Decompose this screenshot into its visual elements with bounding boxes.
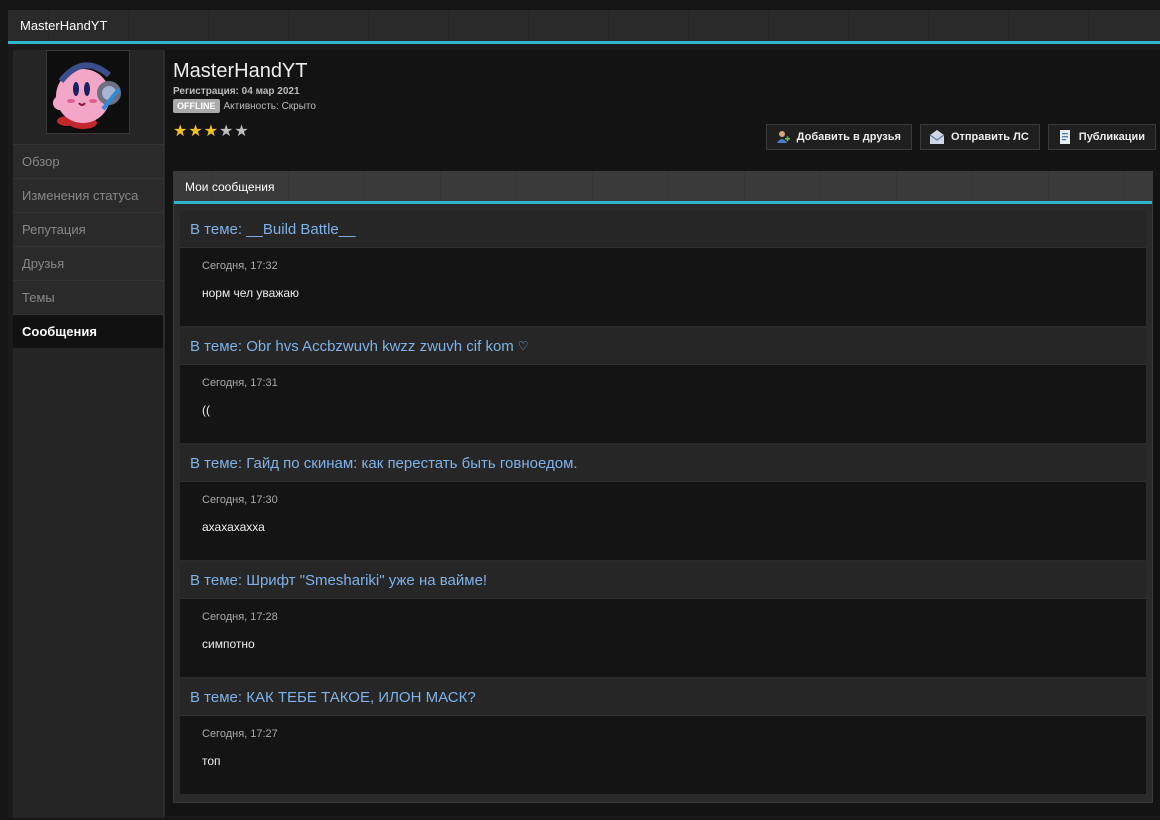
status-badge: OFFLINE bbox=[173, 99, 220, 113]
post-date: Сегодня, 17:28 bbox=[202, 611, 278, 623]
publications-button[interactable]: Публикации bbox=[1047, 124, 1156, 150]
post-text: топ bbox=[202, 754, 221, 768]
nav-item-label: Темы bbox=[22, 290, 55, 305]
status-line: OFFLINE Активность: Скрыто bbox=[173, 99, 316, 113]
post-topic-link[interactable]: В теме: Obr hvs Accbzwuvh kwzz zwuvh cif… bbox=[180, 328, 1146, 365]
post-item: В теме: Гайд по скинам: как перестать бы… bbox=[179, 444, 1147, 561]
post-topic-text: В теме: Obr hvs Accbzwuvh kwzz zwuvh cif… bbox=[190, 337, 514, 355]
nav-item-messages[interactable]: Сообщения bbox=[13, 314, 163, 348]
document-icon bbox=[1059, 130, 1070, 144]
post-date: Сегодня, 17:32 bbox=[202, 260, 278, 272]
post-topic-text: В теме: __Build Battle__ bbox=[190, 220, 356, 238]
activity-text: Активность: Скрыто bbox=[223, 100, 316, 112]
nav-item-label: Репутация bbox=[22, 222, 86, 237]
post-topic-text: В теме: Гайд по скинам: как перестать бы… bbox=[190, 454, 578, 472]
profile-main: MasterHandYT Регистрация: 04 мар 2021 OF… bbox=[164, 50, 1160, 816]
envelope-icon bbox=[929, 130, 945, 144]
rating-stars: ★ ★ ★ ★ ★ bbox=[173, 124, 249, 140]
post-topic-link[interactable]: В теме: Шрифт "Smeshariki" уже на вайме! bbox=[180, 562, 1146, 599]
window-titlebar: MasterHandYT bbox=[8, 10, 1160, 44]
star-empty-icon: ★ bbox=[219, 123, 234, 140]
nav-item-friends[interactable]: Друзья bbox=[13, 246, 163, 280]
post-text: ахахахахха bbox=[202, 520, 265, 534]
post-topic-link[interactable]: В теме: Гайд по скинам: как перестать бы… bbox=[180, 445, 1146, 482]
post-text: симпотно bbox=[202, 637, 255, 651]
post-topic-text: В теме: Шрифт "Smeshariki" уже на вайме! bbox=[190, 571, 488, 589]
post-item: В теме: __Build Battle__ Сегодня, 17:32 … bbox=[179, 210, 1147, 327]
post-topic-link[interactable]: В теме: __Build Battle__ bbox=[180, 211, 1146, 248]
registration-line: Регистрация: 04 мар 2021 bbox=[173, 86, 300, 97]
nav-item-topics[interactable]: Темы bbox=[13, 280, 163, 314]
registration-label: Регистрация: bbox=[173, 86, 239, 97]
profile-sidebar: Обзор Изменения статуса Репутация Друзья… bbox=[13, 50, 164, 818]
registration-date: 04 мар 2021 bbox=[241, 86, 300, 97]
add-user-icon bbox=[776, 131, 790, 143]
post-item: В теме: Obr hvs Accbzwuvh kwzz zwuvh cif… bbox=[179, 327, 1147, 444]
my-posts-panel: Мои сообщения В теме: __Build Battle__ С… bbox=[173, 171, 1153, 803]
nav-item-label: Сообщения bbox=[22, 324, 97, 339]
post-date: Сегодня, 17:27 bbox=[202, 728, 278, 740]
post-item: В теме: КАК ТЕБЕ ТАКОЕ, ИЛОН МАСК? Сегод… bbox=[179, 678, 1147, 795]
window-title: MasterHandYT bbox=[20, 18, 108, 33]
add-friend-button[interactable]: Добавить в друзья bbox=[765, 124, 912, 150]
nav-item-status-changes[interactable]: Изменения статуса bbox=[13, 178, 163, 212]
add-friend-label: Добавить в друзья bbox=[796, 131, 901, 143]
publications-label: Публикации bbox=[1078, 131, 1145, 143]
post-date: Сегодня, 17:31 bbox=[202, 377, 278, 389]
nav-item-label: Друзья bbox=[22, 256, 65, 271]
profile-name: MasterHandYT bbox=[173, 60, 308, 82]
post-topic-text: В теме: КАК ТЕБЕ ТАКОЕ, ИЛОН МАСК? bbox=[190, 688, 476, 706]
send-pm-label: Отправить ЛС bbox=[950, 131, 1029, 143]
post-text: норм чел уважаю bbox=[202, 286, 300, 300]
heart-icon: ♡ bbox=[517, 339, 529, 353]
star-filled-icon: ★ bbox=[173, 123, 188, 140]
nav-item-label: Обзор bbox=[22, 154, 60, 169]
kirby-avatar-icon bbox=[47, 51, 129, 133]
profile-actions: Добавить в друзья Отправить ЛС Публикаци… bbox=[765, 124, 1156, 150]
profile-nav: Обзор Изменения статуса Репутация Друзья… bbox=[13, 144, 163, 348]
star-filled-icon: ★ bbox=[188, 123, 203, 140]
posts-header: Мои сообщения bbox=[174, 172, 1152, 204]
post-topic-link[interactable]: В теме: КАК ТЕБЕ ТАКОЕ, ИЛОН МАСК? bbox=[180, 679, 1146, 716]
post-item: В теме: Шрифт "Smeshariki" уже на вайме!… bbox=[179, 561, 1147, 678]
send-pm-button[interactable]: Отправить ЛС bbox=[919, 124, 1040, 150]
avatar[interactable] bbox=[46, 50, 130, 134]
nav-item-label: Изменения статуса bbox=[22, 188, 139, 203]
post-text: (( bbox=[202, 403, 210, 417]
star-empty-icon: ★ bbox=[234, 123, 249, 140]
profile-window: MasterHandYT Обзор Изменения статуса Реп… bbox=[8, 10, 1160, 818]
star-filled-icon: ★ bbox=[203, 123, 219, 140]
nav-item-reputation[interactable]: Репутация bbox=[13, 212, 163, 246]
post-date: Сегодня, 17:30 bbox=[202, 494, 278, 506]
post-list: В теме: __Build Battle__ Сегодня, 17:32 … bbox=[174, 204, 1152, 795]
nav-item-overview[interactable]: Обзор bbox=[13, 144, 163, 178]
posts-header-title: Мои сообщения bbox=[185, 179, 275, 194]
